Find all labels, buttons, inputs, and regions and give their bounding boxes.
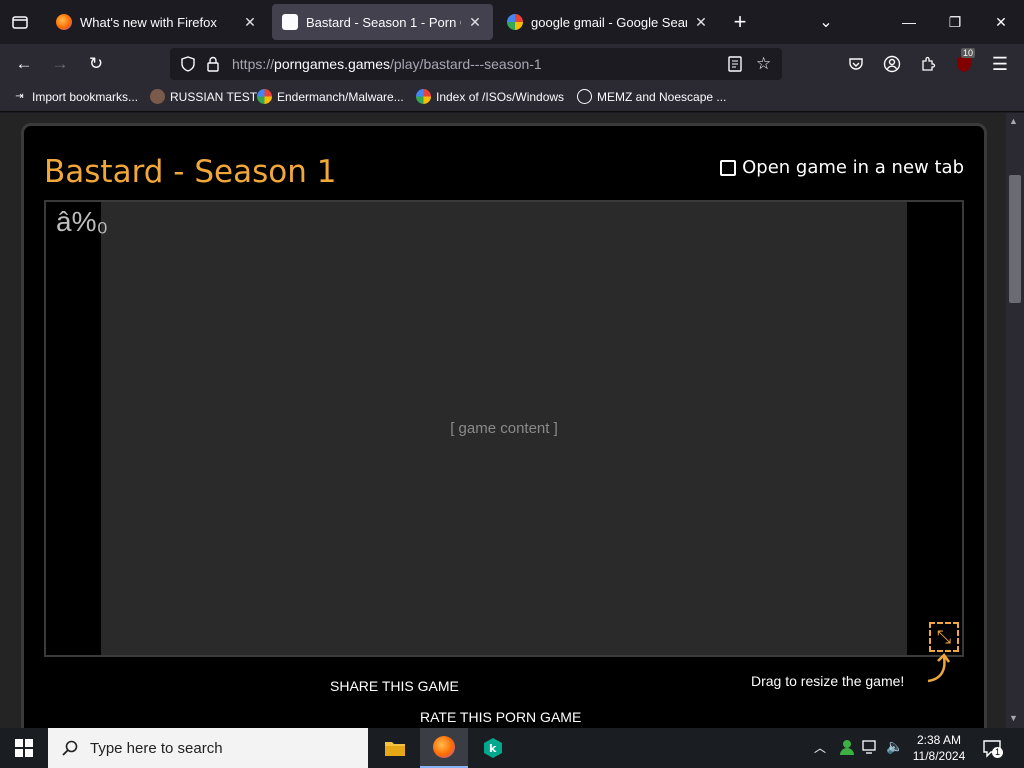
network-icon[interactable]: [862, 739, 880, 760]
bookmarks-toolbar: ⇥ Import bookmarks... RUSSIAN TEST Ender…: [0, 84, 1024, 112]
bookmark-label: MEMZ and Noescape ...: [597, 89, 727, 104]
game-panel: Bastard - Season 1 Open game in a new ta…: [21, 123, 987, 728]
avatar-icon: [150, 89, 165, 104]
bookmark-russian-test[interactable]: RUSSIAN TEST: [150, 89, 257, 104]
scroll-thumb[interactable]: [1009, 175, 1021, 303]
bookmark-label: RUSSIAN TEST: [170, 89, 258, 104]
clock-time: 2:38 AM: [916, 733, 962, 747]
rate-game-button[interactable]: RATE THIS PORN GAME: [420, 709, 581, 725]
search-icon: [62, 740, 78, 756]
tab-whats-new[interactable]: What's new with Firefox ✕: [46, 4, 268, 40]
globe-icon: [577, 89, 592, 104]
svg-text:k: k: [489, 742, 497, 755]
forward-icon[interactable]: →: [46, 50, 74, 78]
tab-title: What's new with Firefox: [80, 14, 217, 30]
notification-count-badge: 1: [992, 747, 1003, 758]
google-icon: [257, 89, 272, 104]
overlay-glyph: â%₀: [56, 206, 109, 237]
bookmark-memz[interactable]: MEMZ and Noescape ...: [577, 89, 726, 104]
clock-date: 11/8/2024: [912, 749, 966, 763]
bookmark-label: Index of /ISOs/Windows: [436, 89, 565, 104]
url-text[interactable]: https://porngames.games/play/bastard---s…: [232, 56, 542, 72]
drag-hint-text: Drag to resize the game!: [751, 673, 905, 689]
windows-start-icon[interactable]: [0, 728, 48, 768]
curved-arrow-icon: [927, 653, 951, 683]
google-icon: [507, 14, 523, 30]
notifications-icon[interactable]: 1: [982, 738, 1003, 763]
game-embed[interactable]: [ game content ] â%₀ ⤡: [44, 200, 964, 657]
scroll-down-icon[interactable]: ▼: [1009, 713, 1018, 723]
tab-strip: What's new with Firefox ✕ Bastard - Seas…: [0, 0, 1024, 44]
tracking-protection-shield-icon[interactable]: [180, 56, 196, 77]
gamepad-icon: [282, 14, 298, 30]
reader-view-icon[interactable]: [728, 56, 742, 77]
lock-icon[interactable]: [206, 56, 220, 77]
windows-taskbar: Type here to search k ︿ 🔈 2:38 AM 11/8/2…: [0, 728, 1024, 768]
kaspersky-icon[interactable]: k: [469, 728, 517, 768]
hamburger-menu-icon[interactable]: ☰: [986, 50, 1014, 78]
google-icon: [416, 89, 431, 104]
page-title: Bastard - Season 1: [44, 154, 337, 190]
tab-bastard[interactable]: Bastard - Season 1 - Porn Games ✕: [272, 4, 493, 40]
user-status-icon[interactable]: [838, 738, 856, 761]
bookmark-label: Endermanch/Malware...: [277, 89, 404, 104]
account-icon[interactable]: [878, 50, 906, 78]
firefox-taskbar-icon[interactable]: [420, 728, 468, 768]
game-canvas-placeholder[interactable]: [ game content ]: [101, 202, 907, 655]
navigation-toolbar: ← → ↻ https://porngames.games/play/basta…: [0, 44, 1024, 84]
tab-google-search[interactable]: google gmail - Google Search ✕: [497, 4, 719, 40]
resize-handle-icon[interactable]: ⤡: [929, 622, 959, 652]
show-hidden-icons-icon[interactable]: ︿: [814, 739, 826, 756]
close-icon[interactable]: ✕: [467, 14, 483, 31]
system-clock[interactable]: 2:38 AM 11/8/2024: [908, 732, 970, 764]
blocked-count-badge: 10: [961, 48, 976, 58]
scroll-up-icon[interactable]: ▲: [1009, 116, 1018, 126]
firefox-icon: [56, 14, 72, 30]
taskbar-search-box[interactable]: Type here to search: [48, 728, 368, 768]
list-all-tabs-button[interactable]: ⌄: [812, 8, 840, 36]
page-scrollbar[interactable]: ▲ ▼: [1006, 113, 1024, 728]
volume-icon[interactable]: 🔈: [886, 738, 903, 755]
tab-title: google gmail - Google Search: [531, 14, 687, 30]
open-in-new-tab-label: Open game in a new tab: [742, 157, 964, 178]
new-tab-button[interactable]: +: [726, 8, 754, 36]
bookmark-label: Import bookmarks...: [32, 89, 139, 104]
pocket-icon[interactable]: [842, 50, 870, 78]
bookmark-endermanch[interactable]: Endermanch/Malware...: [257, 89, 404, 104]
search-placeholder: Type here to search: [90, 739, 223, 757]
extensions-icon[interactable]: [914, 50, 942, 78]
bookmark-star-icon[interactable]: ☆: [756, 54, 771, 74]
bookmark-iso-index[interactable]: Index of /ISOs/Windows: [416, 89, 564, 104]
tab-title: Bastard - Season 1 - Porn Games: [306, 14, 461, 30]
maximize-button[interactable]: ❐: [932, 0, 978, 44]
window-close-button[interactable]: ✕: [978, 0, 1024, 44]
url-bar[interactable]: https://porngames.games/play/bastard---s…: [170, 48, 782, 80]
close-icon[interactable]: ✕: [693, 14, 709, 31]
share-game-button[interactable]: SHARE THIS GAME: [330, 678, 459, 694]
import-icon: ⇥: [15, 91, 24, 102]
back-icon[interactable]: ←: [10, 50, 38, 78]
file-explorer-icon[interactable]: [371, 728, 419, 768]
external-link-icon: [720, 159, 737, 176]
page-viewport: Bastard - Season 1 Open game in a new ta…: [0, 113, 1024, 728]
close-icon[interactable]: ✕: [242, 14, 258, 31]
minimize-button[interactable]: —: [886, 0, 932, 44]
tab-groups-icon[interactable]: [6, 8, 34, 36]
open-in-new-tab-link[interactable]: Open game in a new tab: [720, 157, 964, 178]
reload-icon[interactable]: ↻: [82, 50, 110, 78]
ublock-origin-icon[interactable]: 10: [950, 48, 978, 78]
bookmark-import[interactable]: ⇥ Import bookmarks...: [12, 89, 138, 104]
